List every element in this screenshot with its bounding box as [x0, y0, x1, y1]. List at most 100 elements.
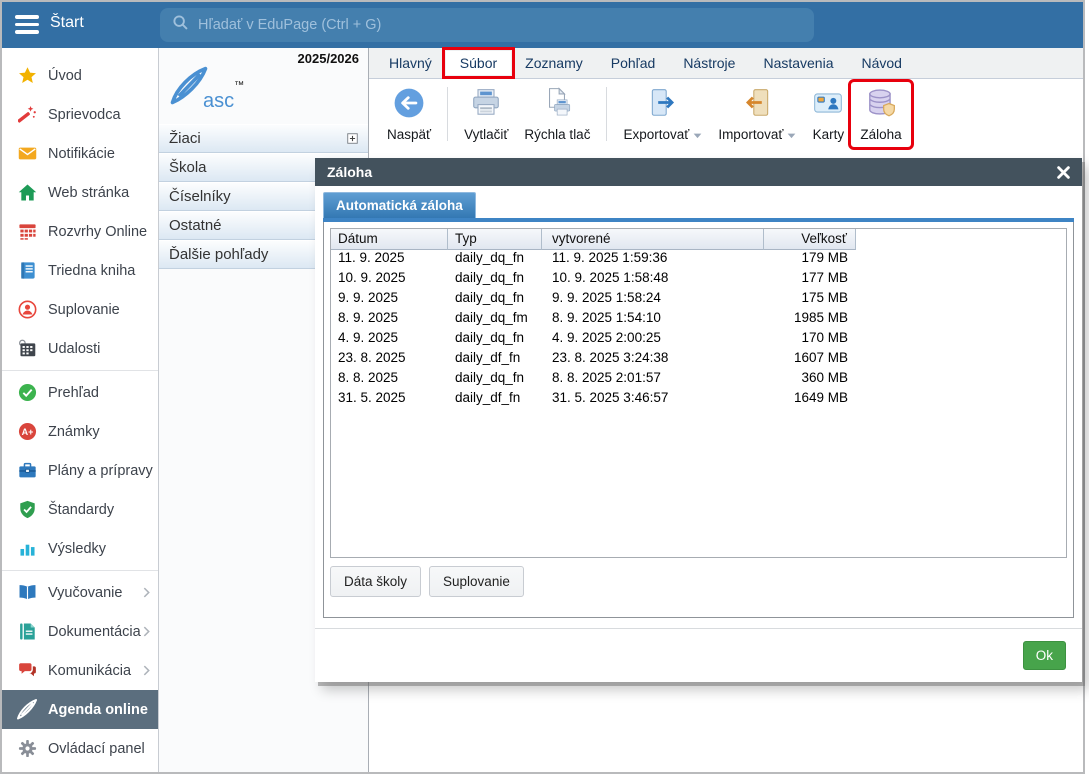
sidebar-item-web-stranka[interactable]: Web stránka: [2, 173, 158, 212]
start-menu-button[interactable]: Štart: [50, 14, 84, 32]
table-cell: daily_dq_fn: [448, 370, 542, 390]
toolbar-button-label: Vytlačiť: [464, 127, 508, 142]
sidebar-item-znamky[interactable]: A+ Známky: [2, 412, 158, 451]
table-cell: daily_dq_fn: [448, 270, 542, 290]
ok-button[interactable]: Ok: [1023, 641, 1066, 670]
column-header-typ[interactable]: Typ: [448, 229, 542, 250]
table-cell: 8. 9. 2025 1:54:10: [542, 310, 764, 330]
sidebar-item-suplovanie[interactable]: Suplovanie: [2, 290, 158, 329]
search-input[interactable]: [198, 17, 802, 33]
toolbar-button-rychla-tlac[interactable]: Rýchla tlač: [516, 83, 598, 146]
table-row[interactable]: 10. 9. 2025daily_dq_fn10. 9. 2025 1:58:4…: [331, 270, 1066, 290]
menu-item-hlavny[interactable]: Hlavný: [375, 51, 446, 75]
toolbar-button-vytlacit[interactable]: Vytlačiť: [456, 83, 516, 146]
sidebar-item-udalosti[interactable]: Udalosti: [2, 329, 158, 368]
toolbar-button-karty[interactable]: Karty: [804, 83, 852, 146]
menu-item-zoznamy[interactable]: Zoznamy: [511, 51, 597, 75]
table-row[interactable]: 8. 9. 2025daily_dq_fm8. 9. 2025 1:54:101…: [331, 310, 1066, 330]
menu-item-nastavenia[interactable]: Nastavenia: [749, 51, 847, 75]
sidebar-item-rozvrhy-online[interactable]: Rozvrhy Online: [2, 212, 158, 251]
app-window: Štart ÚvodSprievodcaNotifikácieWeb strán…: [0, 0, 1085, 774]
bar-chart-icon: [15, 539, 39, 558]
sidebar-item-plany-a-pripravy[interactable]: Plány a prípravy: [2, 451, 158, 490]
sidebar-item-agenda-online[interactable]: Agenda online: [2, 690, 158, 729]
sidebar-item-vyucovanie[interactable]: Vyučovanie: [2, 573, 158, 612]
sidebar-item-prehlad[interactable]: Prehľad: [2, 373, 158, 412]
table-row[interactable]: 23. 8. 2025daily_df_fn23. 8. 2025 3:24:3…: [331, 350, 1066, 370]
table-cell: daily_dq_fn: [448, 290, 542, 310]
backup-table: DátumTypvytvorenéVeľkosť 11. 9. 2025dail…: [330, 228, 1067, 558]
grade-badge-icon: A+: [15, 422, 39, 441]
top-bar: Štart: [2, 2, 1083, 48]
table-row[interactable]: 8. 8. 2025daily_dq_fn8. 8. 2025 2:01:573…: [331, 370, 1066, 390]
hamburger-menu-icon[interactable]: [15, 15, 39, 35]
toolbar-button-zaloha[interactable]: Záloha: [852, 83, 909, 146]
table-cell: 8. 8. 2025: [331, 370, 448, 390]
sidebar-item-sprievodca[interactable]: Sprievodca: [2, 95, 158, 134]
menu-item-subor[interactable]: Súbor: [446, 51, 511, 75]
tab-automaticka-zaloha[interactable]: Automatická záloha: [323, 192, 476, 218]
table-row[interactable]: 4. 9. 2025daily_dq_fn4. 9. 2025 2:00:251…: [331, 330, 1066, 350]
column-header-datum[interactable]: Dátum: [331, 229, 448, 250]
sidebar-item-triedna-kniha[interactable]: Triedna kniha: [2, 251, 158, 290]
document-icon: [15, 622, 39, 641]
sidebar-item-ovladaci-panel[interactable]: Ovládací panel: [2, 729, 158, 768]
table-row[interactable]: 11. 9. 2025daily_dq_fn11. 9. 2025 1:59:3…: [331, 250, 1066, 270]
toolbar-button-exportovat[interactable]: Exportovať: [615, 83, 710, 146]
chevron-right-icon: [143, 587, 150, 598]
sidebar-item-vysledky[interactable]: Výsledky: [2, 529, 158, 568]
sidebar-item-notifikacie[interactable]: Notifikácie: [2, 134, 158, 173]
agenda-menu-item-ziaci[interactable]: Žiaci: [159, 124, 368, 153]
timetable-icon: [15, 222, 39, 241]
svg-text:A+: A+: [21, 427, 33, 437]
close-icon[interactable]: [1057, 166, 1070, 179]
sidebar-item-label: Známky: [48, 424, 100, 440]
asc-agenda-logo: ascAgenda™: [167, 64, 244, 113]
global-search[interactable]: [160, 8, 814, 42]
sidebar-item-label: Komunikácia: [48, 663, 131, 679]
table-cell: 179 MB: [764, 250, 856, 270]
toolbar-button-label: Záloha: [860, 127, 901, 142]
sidebar-divider: [2, 370, 158, 371]
table-cell: 4. 9. 2025 2:00:25: [542, 330, 764, 350]
table-row[interactable]: 31. 5. 2025daily_df_fn31. 5. 2025 3:46:5…: [331, 390, 1066, 410]
dialog-button-suplovanie[interactable]: Suplovanie: [429, 566, 524, 597]
table-body: 11. 9. 2025daily_dq_fn11. 9. 2025 1:59:3…: [331, 250, 1066, 410]
sidebar-item-standardy[interactable]: Štandardy: [2, 490, 158, 529]
sidebar-item-label: Výsledky: [48, 541, 106, 557]
toolbar-button-label: Exportovať: [623, 127, 702, 142]
column-header-velkost[interactable]: Veľkosť: [764, 229, 856, 250]
sidebar-item-dokumentacia[interactable]: Dokumentácia: [2, 612, 158, 651]
table-row[interactable]: 9. 9. 2025daily_dq_fn9. 9. 2025 1:58:241…: [331, 290, 1066, 310]
sidebar-item-komunikacia[interactable]: Komunikácia: [2, 651, 158, 690]
person-icon: [15, 300, 39, 319]
table-cell: 23. 8. 2025 3:24:38: [542, 350, 764, 370]
sidebar-item-label: Plány a prípravy: [48, 463, 153, 479]
toolbar-separator: [606, 87, 607, 141]
dialog-body: Automatická záloha DátumTypvytvorenéVeľk…: [315, 186, 1082, 682]
toolbar-button-label: Naspäť: [387, 127, 431, 142]
sidebar-item-uvod[interactable]: Úvod: [2, 56, 158, 95]
agenda-menu-item-label: Ďalšie pohľady: [169, 246, 268, 263]
toolbar-button-naspat[interactable]: Naspäť: [379, 83, 439, 146]
dropdown-arrow-icon: [693, 127, 702, 142]
export-door-icon: [647, 87, 679, 124]
toolbar-button-importovat[interactable]: Importovať: [710, 83, 804, 146]
toolbar-button-label: Rýchla tlač: [524, 127, 590, 142]
menu-bar: HlavnýSúborZoznamyPohľadNástrojeNastaven…: [369, 48, 1083, 79]
column-header-vytvorene[interactable]: vytvorené: [542, 229, 764, 250]
table-cell: 1607 MB: [764, 350, 856, 370]
quick-print-icon: [541, 87, 573, 124]
menu-item-pohlad[interactable]: Pohľad: [597, 51, 670, 75]
table-cell: 31. 5. 2025 3:46:57: [542, 390, 764, 410]
toolbar-separator: [447, 87, 448, 141]
table-cell: daily_df_fn: [448, 350, 542, 370]
table-cell: 1985 MB: [764, 310, 856, 330]
toolbar: Naspäť Vytlačiť Rýchla tlač Exportovať Impor…: [369, 79, 1083, 149]
menu-item-nastroje[interactable]: Nástroje: [669, 51, 749, 75]
house-icon: [15, 183, 39, 202]
dialog-title: Záloha: [327, 164, 372, 180]
dialog-button-data-skoly[interactable]: Dáta školy: [330, 566, 421, 597]
menu-item-navod[interactable]: Návod: [848, 51, 916, 75]
table-cell: 1649 MB: [764, 390, 856, 410]
